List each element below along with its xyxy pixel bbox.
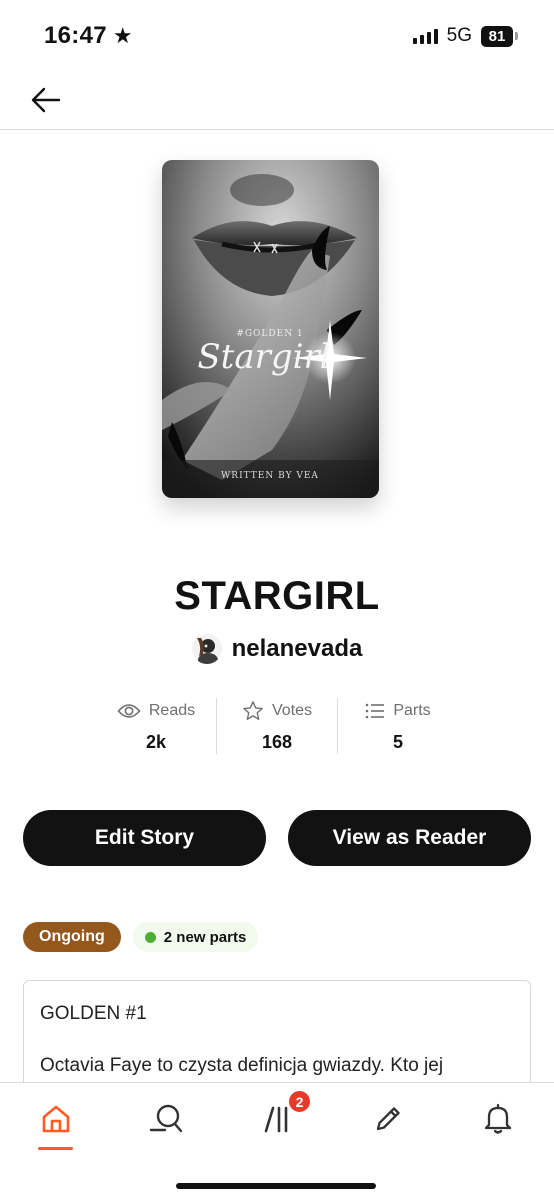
story-tags: Ongoing 2 new parts (23, 922, 259, 952)
stat-value: 5 (392, 732, 403, 752)
stat-value: 2k (145, 732, 167, 752)
battery-level: 81 (481, 25, 513, 47)
description-text: Octavia Faye to czysta definicja gwiazdy… (40, 1055, 444, 1076)
description-heading: GOLDEN #1 (40, 1003, 147, 1024)
battery-icon: 81 (481, 25, 518, 47)
status-time: 16:47 ★ (44, 22, 133, 50)
network-label: 5G (446, 25, 472, 46)
stat-label: Reads (148, 702, 196, 719)
author-avatar (191, 634, 222, 664)
story-title: STARGIRL (174, 574, 380, 618)
pencil-icon (376, 1107, 400, 1131)
cover-byline-text: WRITTEN BY VEA (221, 471, 319, 481)
signal-icon (412, 28, 438, 44)
view-as-reader-button[interactable]: View as Reader (288, 810, 531, 866)
search-icon (149, 1104, 183, 1133)
home-icon (42, 1105, 70, 1133)
story-stats: Reads 2k Votes 168 Parts 5 (96, 698, 458, 754)
nav-notifications[interactable] (476, 1097, 520, 1141)
stat-parts: Parts 5 (337, 698, 458, 754)
star-icon: ★ (112, 23, 133, 48)
eye-icon (117, 704, 141, 718)
top-bar (0, 70, 554, 130)
stat-label: Votes (271, 702, 313, 719)
author-name: nelanevada (231, 635, 363, 662)
edit-story-button[interactable]: Edit Story (23, 810, 266, 866)
new-indicator-dot (144, 931, 156, 943)
list-icon (366, 703, 385, 719)
home-indicator (176, 1183, 376, 1189)
nav-home[interactable] (34, 1097, 78, 1141)
nav-search[interactable] (144, 1097, 188, 1141)
stat-label: Parts (393, 702, 431, 719)
nav-write[interactable] (366, 1097, 410, 1141)
story-cover[interactable]: #GOLDEN 1 Stargirl WRITTEN BY VEA (162, 160, 379, 498)
bottom-navigation: 2 (0, 1082, 554, 1200)
status-bar: 16:47 ★ 5G 81 (0, 0, 554, 70)
stat-reads: Reads 2k (96, 698, 216, 754)
star-icon (243, 701, 263, 720)
back-button[interactable] (28, 82, 64, 118)
library-notification-badge: 2 (287, 1089, 312, 1114)
status-indicators: 5G 81 (412, 25, 518, 47)
new-parts-badge: 2 new parts (132, 922, 259, 952)
stat-votes: Votes 168 (216, 698, 337, 754)
clock-text: 16:47 (44, 22, 107, 49)
cover-title-text: Stargirl (197, 337, 330, 377)
stat-value: 168 (261, 732, 293, 752)
bell-icon (484, 1103, 512, 1134)
author-link[interactable]: nelanevada (0, 634, 554, 664)
ongoing-badge: Ongoing (23, 922, 121, 952)
back-arrow-icon (31, 87, 61, 113)
active-tab-indicator (38, 1147, 73, 1150)
new-parts-label: 2 new parts (163, 928, 247, 946)
